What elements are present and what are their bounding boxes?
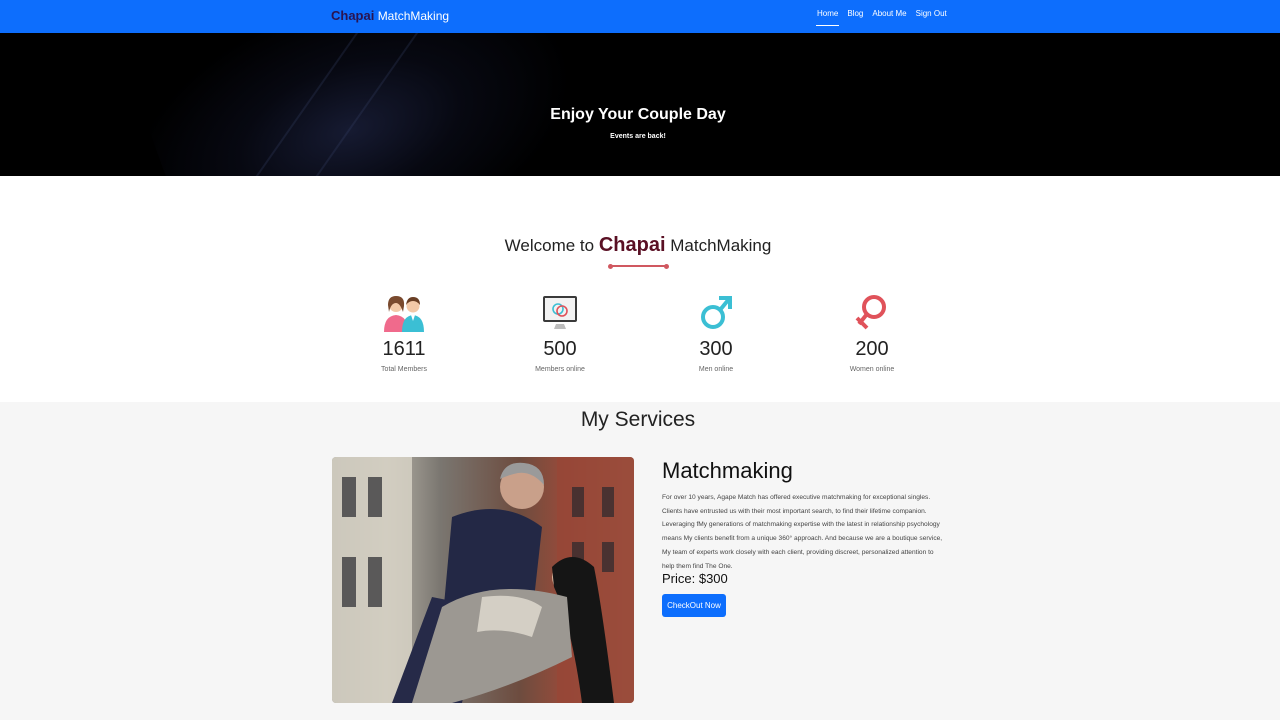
brand-logo[interactable]: Chapai MatchMaking (331, 8, 449, 23)
stat-total-members: 1611 Total Members (344, 294, 464, 373)
nav-link-sign-out[interactable]: Sign Out (913, 0, 950, 33)
monitor-rings-icon (500, 294, 620, 332)
stat-members-online: 500 Members online (500, 294, 620, 373)
stat-label: Men online (698, 366, 734, 373)
stat-label: Members online (535, 366, 585, 373)
couple-icon (344, 294, 464, 332)
stat-label: Women online (849, 366, 895, 373)
welcome-prefix: Welcome to (504, 236, 595, 255)
stat-men-online: 300 Men online (656, 294, 776, 373)
stat-value: 200 (855, 338, 889, 360)
services-section: My Services Matchmaking For over 10 year… (0, 402, 1280, 720)
stat-value: 300 (699, 338, 733, 360)
nav-link-blog[interactable]: Blog (844, 0, 866, 33)
hero-title: Enjoy Your Couple Day (550, 106, 726, 123)
welcome-suffix: MatchMaking (670, 236, 772, 255)
services-title: My Services (580, 408, 696, 431)
hero-banner: Enjoy Your Couple Day Events are back! (0, 33, 1280, 176)
hero-subtitle: Events are back! (610, 133, 666, 140)
stat-value: 500 (543, 338, 577, 360)
brand-suffix: MatchMaking (377, 9, 450, 23)
male-symbol-icon (656, 294, 776, 332)
brand-name: Chapai (331, 8, 375, 23)
female-symbol-icon (812, 294, 932, 332)
service-photo (332, 457, 634, 703)
stat-label: Total Members (381, 366, 427, 373)
service-description: For over 10 years, Agape Match has offer… (662, 494, 943, 570)
service-price: Price: $300 (662, 571, 728, 586)
navbar: Chapai MatchMaking Home Blog About Me Si… (0, 0, 1280, 33)
checkout-button[interactable]: CheckOut Now (662, 594, 726, 617)
stat-value: 1611 (382, 338, 426, 360)
nav-link-about[interactable]: About Me (869, 0, 909, 33)
service-title: Matchmaking (662, 458, 793, 483)
nav-link-home[interactable]: Home (814, 0, 841, 33)
welcome-brand: Chapai (598, 234, 666, 256)
welcome-heading: Welcome to Chapai MatchMaking (0, 234, 1276, 257)
nav-links: Home Blog About Me Sign Out (814, 0, 953, 33)
hero-background-image (128, 33, 612, 176)
photo-couple (392, 462, 614, 703)
stat-women-online: 200 Women online (812, 294, 932, 373)
heading-divider (608, 263, 669, 269)
